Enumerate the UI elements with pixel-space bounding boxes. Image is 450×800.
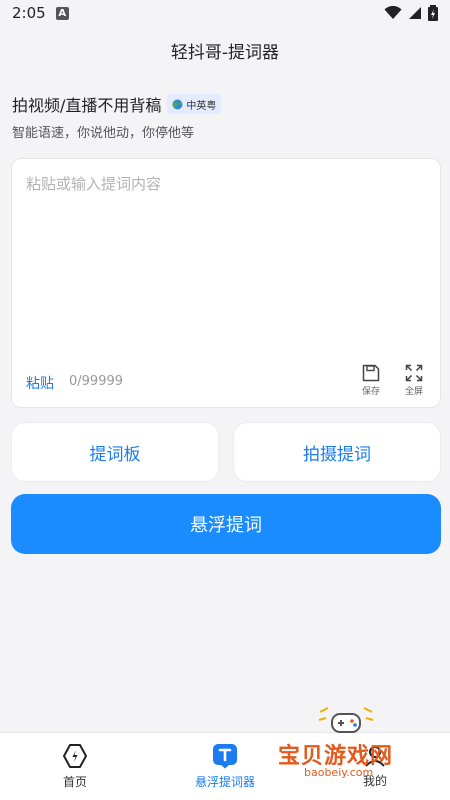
status-time: 2:05 bbox=[12, 4, 46, 22]
teleprompter-board-button[interactable]: 提词板 bbox=[11, 422, 219, 482]
home-icon bbox=[63, 744, 87, 768]
page-title: 轻抖哥-提词器 bbox=[170, 43, 280, 63]
nav-item-floating[interactable]: 悬浮提词器 bbox=[150, 733, 300, 800]
nav-label-floating: 悬浮提词器 bbox=[194, 775, 255, 789]
signal-icon bbox=[409, 7, 421, 19]
fullscreen-label: 全屏 bbox=[404, 387, 423, 397]
notification-icon: A bbox=[55, 6, 69, 20]
subtitle: 智能语速，你说他动，你停他等 bbox=[12, 126, 195, 141]
fullscreen-button[interactable]: 全屏 bbox=[396, 364, 432, 397]
char-count: 0/99999 bbox=[69, 374, 124, 389]
paste-button[interactable]: 粘贴 bbox=[26, 373, 54, 393]
wifi-icon bbox=[384, 6, 402, 19]
language-badge: 中英粤 bbox=[167, 94, 222, 114]
nav-label-profile: 我的 bbox=[362, 774, 387, 788]
battery-icon bbox=[428, 5, 438, 21]
globe-icon bbox=[172, 99, 183, 109]
fullscreen-icon bbox=[405, 364, 423, 382]
teleprompter-icon bbox=[213, 744, 237, 769]
floating-teleprompter-button[interactable]: 悬浮提词 bbox=[11, 494, 441, 554]
nav-item-home[interactable]: 首页 bbox=[0, 733, 150, 800]
headline-text: 拍视频/直播不用背稿 bbox=[12, 96, 162, 115]
nav-label-home: 首页 bbox=[62, 775, 87, 789]
nav-item-profile[interactable]: 我的 bbox=[300, 733, 450, 800]
shoot-teleprompter-button[interactable]: 拍摄提词 bbox=[233, 422, 441, 482]
script-input[interactable] bbox=[26, 173, 426, 353]
save-button[interactable]: 保存 bbox=[353, 364, 389, 397]
save-icon bbox=[362, 364, 380, 382]
language-badge-label: 中英粤 bbox=[186, 100, 217, 112]
status-icons bbox=[384, 5, 438, 21]
bottom-nav: 首页 悬浮提词器 我的 bbox=[0, 732, 450, 800]
headline: 拍视频/直播不用背稿 中英粤 bbox=[12, 92, 222, 116]
status-bar: 2:05 A bbox=[0, 0, 450, 26]
editor-card: 粘贴 0/99999 保存 全屏 bbox=[11, 158, 441, 408]
save-label: 保存 bbox=[361, 387, 380, 397]
profile-icon bbox=[365, 746, 385, 767]
